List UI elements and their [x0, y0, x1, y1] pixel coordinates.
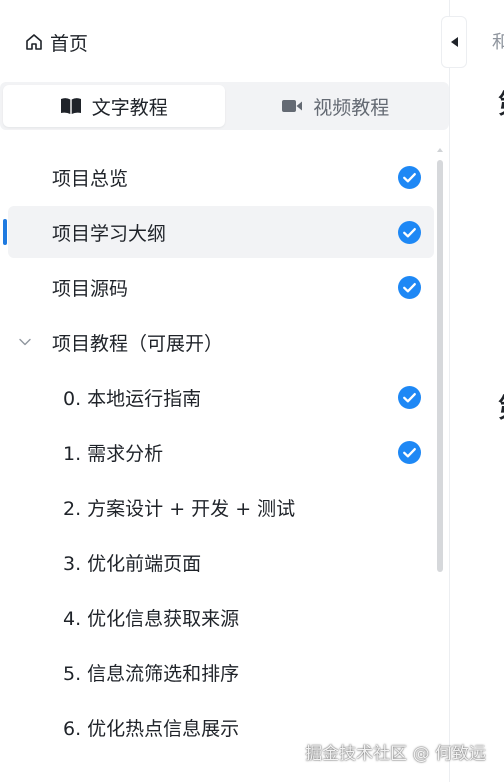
check-circle-icon	[398, 276, 421, 299]
tab-video-tutorial-label: 视频教程	[313, 96, 390, 119]
menu-subitem-label: 1. 需求分析	[63, 442, 164, 465]
chevron-down-icon[interactable]	[18, 335, 32, 349]
book-icon	[60, 98, 81, 114]
menu-subitem-2[interactable]: 2. 方案设计 + 开发 + 测试	[8, 481, 434, 533]
check-circle-icon	[398, 221, 421, 244]
menu-item-tutorial-group[interactable]: 项目教程（可展开）	[8, 316, 434, 368]
content-heading-fragment: 第	[498, 388, 504, 425]
menu-subitem-label: 5. 信息流筛选和排序	[63, 662, 240, 685]
scroll-thumb[interactable]	[437, 160, 443, 572]
menu-subitem-3[interactable]: 3. 优化前端页面	[8, 536, 434, 588]
home-icon	[26, 34, 42, 50]
menu-item-overview[interactable]: 项目总览	[8, 151, 434, 203]
tab-text-tutorial-label: 文字教程	[91, 96, 168, 119]
home-link[interactable]: 首页	[24, 28, 88, 56]
video-icon	[282, 100, 303, 112]
sidebar: 首页 文字教程 视频教程 项目总览 项目学习大纲 项目源码 项目教程（可展开） …	[0, 0, 450, 782]
menu-subitem-5[interactable]: 5. 信息流筛选和排序	[8, 646, 434, 698]
menu-item-outline[interactable]: 项目学习大纲	[3, 206, 434, 258]
menu-subitem-label: 0. 本地运行指南	[63, 387, 202, 410]
tutorial-tabs: 文字教程 视频教程	[0, 82, 449, 130]
collapse-sidebar-button[interactable]	[441, 16, 467, 68]
menu-subitem-0[interactable]: 0. 本地运行指南	[8, 371, 434, 423]
check-circle-icon	[398, 386, 421, 409]
tutorial-menu: 项目总览 项目学习大纲 项目源码 项目教程（可展开） 0. 本地运行指南 1. …	[0, 148, 436, 753]
watermark: 掘金技术社区 @ 何致远	[305, 744, 486, 764]
menu-subitem-1[interactable]: 1. 需求分析	[8, 426, 434, 478]
content-heading-fragment: 第	[498, 84, 504, 121]
check-circle-icon	[398, 166, 421, 189]
menu-item-label: 项目总览	[52, 167, 129, 190]
main-content: 和 第 第	[470, 0, 504, 782]
page: 首页 文字教程 视频教程 项目总览 项目学习大纲 项目源码 项目教程（可展开） …	[0, 0, 504, 782]
menu-item-label: 项目源码	[52, 277, 129, 300]
menu-subitem-label: 6. 优化热点信息展示	[63, 717, 240, 740]
scroll-up-arrow-icon[interactable]	[437, 148, 443, 152]
breadcrumb-fragment: 和	[492, 32, 504, 53]
sidebar-scrollbar[interactable]	[436, 148, 444, 778]
check-circle-icon	[398, 441, 421, 464]
menu-item-label: 项目学习大纲	[52, 222, 167, 245]
menu-subitem-label: 3. 优化前端页面	[63, 552, 202, 575]
tab-text-tutorial[interactable]: 文字教程	[3, 85, 225, 127]
menu-item-label: 项目教程（可展开）	[52, 332, 224, 355]
menu-item-source[interactable]: 项目源码	[8, 261, 434, 313]
menu-subitem-4[interactable]: 4. 优化信息获取来源	[8, 591, 434, 643]
menu-subitem-label: 4. 优化信息获取来源	[63, 607, 240, 630]
tab-video-tutorial[interactable]: 视频教程	[225, 85, 447, 127]
home-label: 首页	[50, 32, 89, 55]
menu-subitem-label: 2. 方案设计 + 开发 + 测试	[63, 497, 296, 520]
caret-left-icon	[451, 37, 458, 47]
